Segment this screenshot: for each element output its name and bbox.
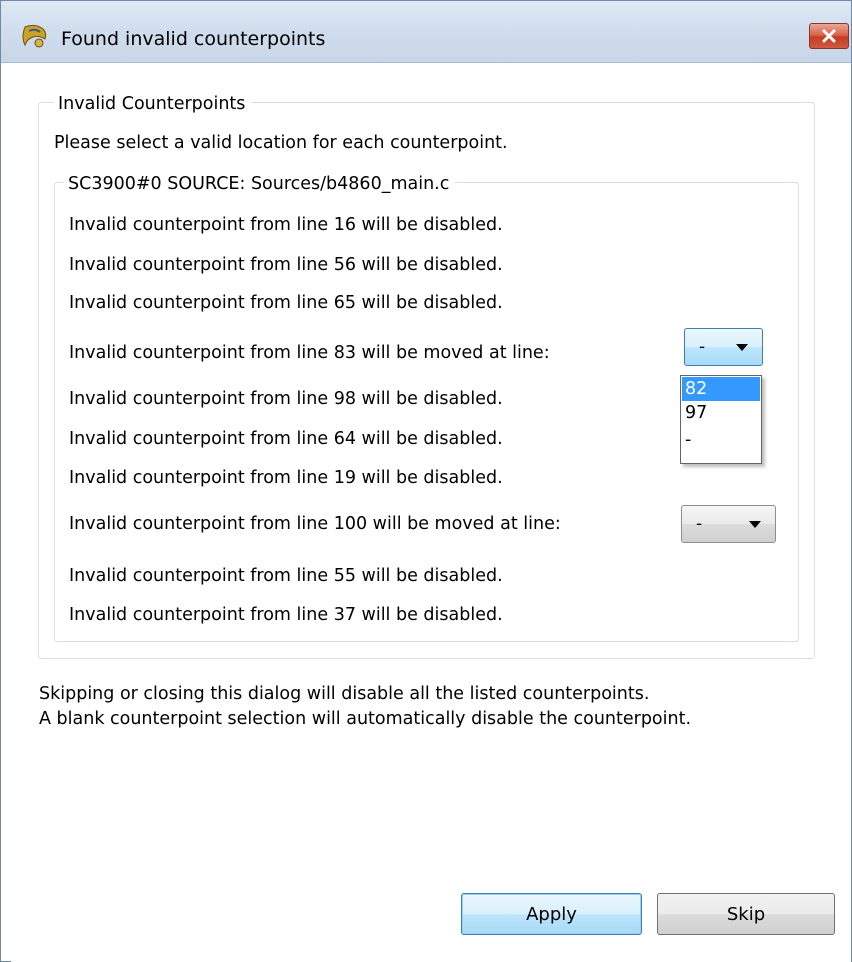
combo-value: - xyxy=(696,514,703,534)
counterpoint-row: Invalid counterpoint from line 100 will … xyxy=(69,514,561,534)
dropdown-option[interactable]: - xyxy=(682,428,760,452)
chevron-down-icon xyxy=(749,521,761,528)
line-100-combo[interactable]: - xyxy=(681,505,776,543)
counterpoint-row: Invalid counterpoint from line 16 will b… xyxy=(69,215,503,235)
close-icon xyxy=(822,29,836,43)
group-legend: Invalid Counterpoints xyxy=(54,94,252,114)
line-83-dropdown-list: 82 97 - xyxy=(680,375,762,464)
blank-selection-note: A blank counterpoint selection will auto… xyxy=(39,709,692,729)
dialog-window: Found invalid counterpoints Invalid Coun… xyxy=(0,0,852,962)
chevron-down-icon xyxy=(736,344,748,351)
counterpoint-row: Invalid counterpoint from line 37 will b… xyxy=(69,605,503,625)
counterpoint-row: Invalid counterpoint from line 64 will b… xyxy=(69,429,503,449)
dialog-body: Invalid Counterpoints Please select a va… xyxy=(11,64,851,962)
combo-value: - xyxy=(699,337,706,357)
dropdown-option[interactable]: 82 xyxy=(682,377,760,401)
counterpoint-row: Invalid counterpoint from line 98 will b… xyxy=(69,389,503,409)
source-file-legend: SC3900#0 SOURCE: Sources/b4860_main.c xyxy=(64,174,456,194)
counterpoint-row: Invalid counterpoint from line 56 will b… xyxy=(69,255,503,275)
line-83-combo[interactable]: - xyxy=(684,328,763,366)
counterpoint-row: Invalid counterpoint from line 65 will b… xyxy=(69,293,503,313)
skip-button-label: Skip xyxy=(726,903,766,925)
window-title: Found invalid counterpoints xyxy=(61,28,326,50)
dropdown-option[interactable]: 97 xyxy=(682,401,760,425)
counterpoint-row: Invalid counterpoint from line 19 will b… xyxy=(69,468,503,488)
title-bar[interactable]: Found invalid counterpoints xyxy=(1,1,851,63)
counterpoint-row: Invalid counterpoint from line 55 will b… xyxy=(69,566,503,586)
apply-button-label: Apply xyxy=(526,903,577,925)
counterpoint-row: Invalid counterpoint from line 83 will b… xyxy=(69,343,550,363)
close-button[interactable] xyxy=(809,23,849,49)
skip-button[interactable]: Skip xyxy=(657,893,835,935)
instruction-text: Please select a valid location for each … xyxy=(54,133,508,153)
apply-button[interactable]: Apply xyxy=(461,893,642,935)
eclipse-app-icon xyxy=(19,23,51,49)
skip-warning-text: Skipping or closing this dialog will dis… xyxy=(39,684,650,704)
